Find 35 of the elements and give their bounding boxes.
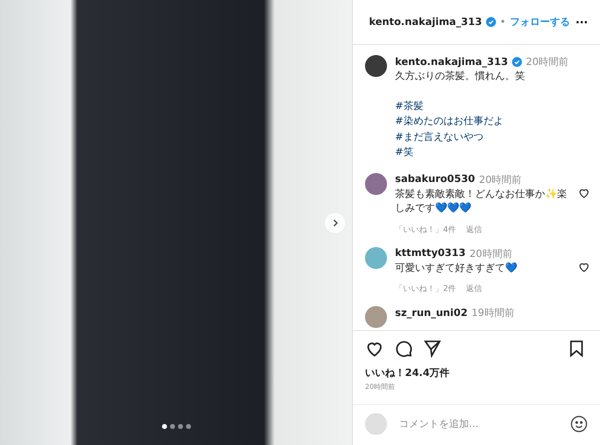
verified-icon — [486, 17, 496, 27]
send-icon[interactable] — [423, 339, 442, 358]
carousel-dot[interactable] — [170, 424, 174, 429]
hashtag-link[interactable]: #まだ言えないやつ — [395, 130, 484, 145]
timestamp: 20時間前 — [526, 56, 569, 69]
separator: • — [500, 16, 506, 28]
heart-icon[interactable] — [578, 260, 590, 272]
username[interactable]: kento.nakajima_313 — [369, 16, 482, 28]
smiley-icon[interactable] — [570, 415, 588, 433]
avatar[interactable] — [365, 55, 387, 77]
hashtag-link[interactable]: #笑 — [395, 146, 414, 160]
avatar — [365, 413, 387, 435]
carousel-dot[interactable] — [162, 424, 166, 429]
chevron-right-icon — [331, 219, 339, 227]
timestamp: 20時間前 — [470, 248, 512, 260]
carousel-dot[interactable] — [186, 424, 190, 429]
timestamp: 20時間前 — [479, 174, 522, 186]
username[interactable]: kttmtty0313 — [395, 248, 466, 259]
heart-icon[interactable] — [578, 186, 590, 198]
username[interactable]: sabakuro0530 — [395, 174, 476, 185]
carousel-dot[interactable] — [178, 424, 182, 429]
comment-text: 茶髪も素敵素敵！どんなお仕事か✨楽しみです💙💙💙 — [395, 188, 568, 216]
username[interactable]: kento.nakajima_313 — [395, 56, 508, 68]
comment-icon[interactable] — [394, 339, 413, 358]
next-button[interactable] — [325, 213, 345, 233]
verified-icon — [512, 57, 522, 67]
username[interactable]: sz_run_uni02 — [395, 308, 468, 318]
comment-text: 可愛いすぎて好きすぎて💙 — [395, 262, 518, 276]
more-button[interactable]: ··· — [575, 16, 588, 28]
timestamp: 19時間前 — [472, 306, 514, 320]
hashtag-link[interactable]: #茶髪 — [395, 100, 424, 114]
bookmark-icon[interactable] — [567, 339, 586, 358]
caption-text: 久方ぶりの茶髪。慣れん。笑 — [395, 70, 526, 84]
like-count[interactable]: いいね！24.4万件 — [353, 362, 600, 380]
hashtag-link[interactable]: #染めたのはお仕事だよ — [395, 115, 504, 130]
